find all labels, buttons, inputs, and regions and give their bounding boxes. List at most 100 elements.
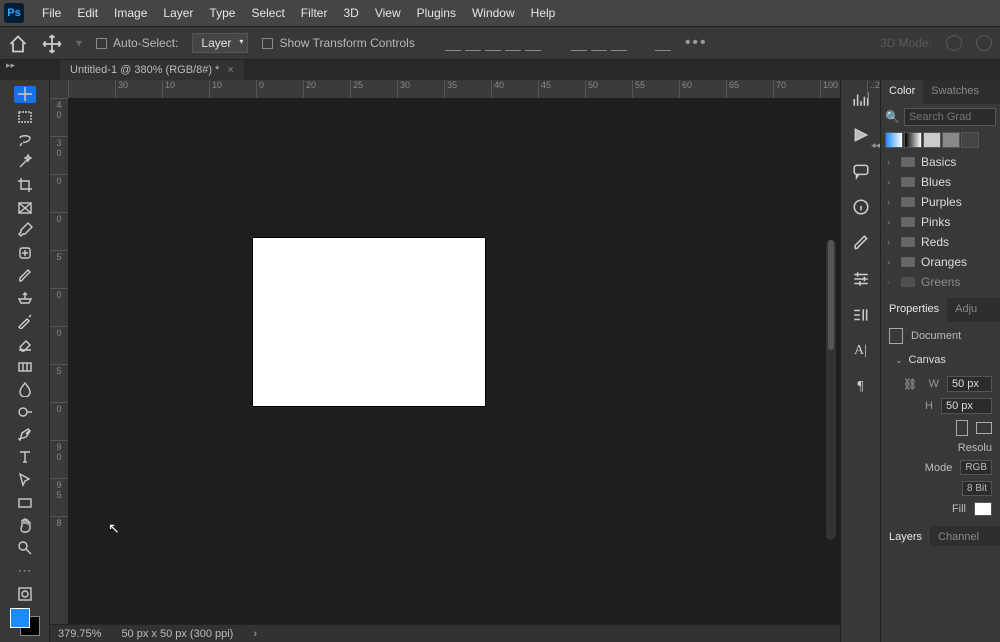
menu-file[interactable]: File	[34, 2, 69, 24]
document-canvas[interactable]	[253, 238, 485, 406]
move-tool[interactable]	[14, 86, 36, 103]
comments-panel-icon[interactable]	[852, 162, 870, 180]
pan-3d-icon[interactable]	[976, 35, 992, 51]
search-gradients-input[interactable]	[904, 108, 996, 126]
expand-toolbar-icon[interactable]: ▸▸	[6, 60, 15, 71]
pen-tool[interactable]	[14, 426, 36, 443]
align-right-icon[interactable]	[485, 35, 501, 51]
swatches-tab[interactable]: Swatches	[923, 80, 987, 104]
ruler-vertical[interactable]: 4030005005090958	[50, 98, 68, 624]
eyedropper-tool[interactable]	[14, 222, 36, 239]
more-options-icon[interactable]: •••	[685, 34, 708, 52]
align-vcenter-icon[interactable]	[525, 35, 541, 51]
align-top-icon[interactable]	[505, 35, 521, 51]
healing-brush-tool[interactable]	[14, 245, 36, 262]
orientation-landscape-icon[interactable]	[976, 422, 992, 434]
distribute-vcenter-icon[interactable]	[591, 35, 607, 51]
menu-3d[interactable]: 3D	[335, 2, 366, 24]
folder-basics[interactable]: ›Basics	[881, 152, 1000, 172]
character-panel-icon[interactable]: A|	[852, 342, 870, 360]
menu-image[interactable]: Image	[106, 2, 155, 24]
zoom-tool[interactable]	[14, 540, 36, 557]
menu-filter[interactable]: Filter	[293, 2, 336, 24]
channels-tab[interactable]: Channel	[930, 526, 987, 546]
quick-mask-icon[interactable]	[14, 585, 36, 602]
gradient-preset[interactable]	[942, 132, 960, 148]
width-input[interactable]	[947, 376, 992, 392]
brush-tool[interactable]	[14, 268, 36, 285]
auto-select-checkbox[interactable]: Auto-Select:	[96, 36, 178, 50]
menu-plugins[interactable]: Plugins	[409, 2, 464, 24]
folder-purples[interactable]: ›Purples	[881, 192, 1000, 212]
orientation-portrait-icon[interactable]	[956, 420, 968, 436]
distribute-bottom-icon[interactable]	[611, 35, 627, 51]
rectangular-marquee-tool[interactable]	[14, 109, 36, 126]
path-selection-tool[interactable]	[14, 472, 36, 489]
document-dimensions[interactable]: 50 px x 50 px (300 ppi)	[121, 628, 233, 640]
height-input[interactable]	[941, 398, 992, 414]
clone-stamp-tool[interactable]	[14, 290, 36, 307]
navigator-panel-icon[interactable]	[852, 126, 870, 144]
gradient-preset[interactable]	[885, 132, 903, 148]
ruler-horizontal[interactable]: 30101002025303540455055606570100..2	[68, 80, 840, 98]
align-left-icon[interactable]	[445, 35, 461, 51]
eraser-tool[interactable]	[14, 336, 36, 353]
folder-pinks[interactable]: ›Pinks	[881, 212, 1000, 232]
paragraph-panel-icon[interactable]: ¶	[852, 378, 870, 396]
menu-help[interactable]: Help	[523, 2, 564, 24]
frame-tool[interactable]	[14, 199, 36, 216]
menu-select[interactable]: Select	[243, 2, 292, 24]
brushes-panel-icon[interactable]	[852, 234, 870, 252]
menu-window[interactable]: Window	[464, 2, 523, 24]
folder-oranges[interactable]: ›Oranges	[881, 252, 1000, 272]
folder-blues[interactable]: ›Blues	[881, 172, 1000, 192]
type-tool[interactable]	[14, 449, 36, 466]
bit-depth-value[interactable]: 8 Bit	[962, 481, 992, 496]
gradient-preset[interactable]	[961, 132, 979, 148]
blur-tool[interactable]	[14, 381, 36, 398]
menu-type[interactable]: Type	[201, 2, 243, 24]
align-hcenter-icon[interactable]	[465, 35, 481, 51]
menu-edit[interactable]: Edit	[69, 2, 106, 24]
properties-tab[interactable]: Properties	[881, 298, 947, 322]
align-to-icon[interactable]	[655, 35, 671, 51]
distribute-top-icon[interactable]	[571, 35, 587, 51]
auto-select-target-dropdown[interactable]: Layer	[192, 33, 248, 53]
link-wh-icon[interactable]: ⛓	[903, 378, 917, 391]
libraries-panel-icon[interactable]	[852, 306, 870, 324]
adjustments-panel-icon[interactable]	[852, 270, 870, 288]
move-tool-icon[interactable]	[42, 34, 62, 52]
canvas-viewport[interactable]: ↖	[68, 98, 840, 624]
home-button[interactable]	[8, 34, 28, 52]
hand-tool[interactable]	[14, 517, 36, 534]
adjustments-tab[interactable]: Adju	[947, 298, 985, 322]
crop-tool[interactable]	[14, 177, 36, 194]
close-tab-icon[interactable]: ×	[227, 64, 233, 76]
foreground-color-swatch[interactable]	[10, 608, 30, 628]
dodge-tool[interactable]	[14, 404, 36, 421]
layers-tab[interactable]: Layers	[881, 526, 930, 546]
scrollbar-vertical[interactable]	[826, 240, 836, 540]
folder-greens[interactable]: ›Greens	[881, 272, 1000, 292]
menu-view[interactable]: View	[367, 2, 409, 24]
magic-wand-tool[interactable]	[14, 154, 36, 171]
rectangle-tool[interactable]	[14, 494, 36, 511]
folder-reds[interactable]: ›Reds	[881, 232, 1000, 252]
history-brush-tool[interactable]	[14, 313, 36, 330]
show-transform-checkbox[interactable]: Show Transform Controls	[262, 36, 414, 50]
expand-panels-icon[interactable]: ◂◂	[871, 140, 880, 151]
menu-layer[interactable]: Layer	[155, 2, 201, 24]
canvas-section-header[interactable]: ⌄Canvas	[889, 350, 992, 370]
ruler-origin[interactable]	[50, 80, 68, 98]
gradient-preset[interactable]	[904, 132, 922, 148]
fill-color-swatch[interactable]	[974, 502, 992, 516]
info-panel-icon[interactable]	[852, 198, 870, 216]
gradient-tool[interactable]	[14, 358, 36, 375]
mode-value[interactable]: RGB	[960, 460, 992, 475]
document-tab[interactable]: Untitled-1 @ 380% (RGB/8#) * ×	[60, 60, 244, 80]
color-swatches[interactable]	[10, 608, 40, 636]
edit-toolbar-icon[interactable]: ⋯	[14, 562, 36, 579]
gradient-preset[interactable]	[923, 132, 941, 148]
zoom-level[interactable]: 379.75%	[58, 628, 101, 640]
orbit-3d-icon[interactable]	[946, 35, 962, 51]
